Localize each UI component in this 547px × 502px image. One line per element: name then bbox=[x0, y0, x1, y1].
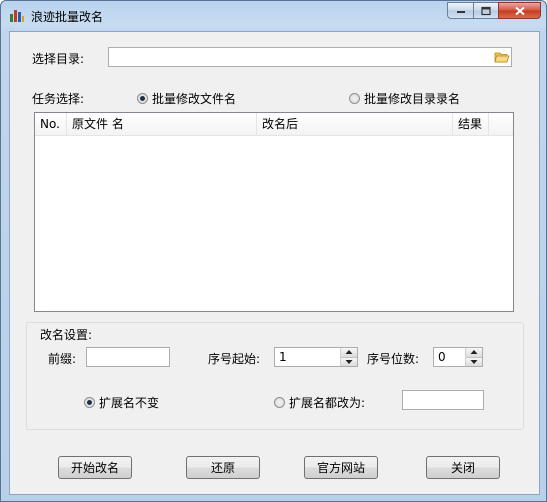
radio-dot bbox=[84, 397, 95, 408]
directory-label: 选择目录: bbox=[32, 52, 85, 66]
window-title: 浪迹批量改名 bbox=[31, 10, 104, 24]
close-window-button[interactable] bbox=[498, 2, 541, 19]
task-label: 任务选择: bbox=[32, 92, 85, 106]
seq-digits-up-button[interactable] bbox=[466, 348, 482, 358]
column-header-new-name[interactable]: 改名后 bbox=[257, 113, 453, 135]
seq-start-stepper[interactable] bbox=[274, 347, 358, 367]
seq-digits-stepper[interactable] bbox=[433, 347, 483, 367]
rename-settings-group bbox=[26, 322, 524, 430]
start-rename-button[interactable]: 开始改名 bbox=[58, 456, 132, 479]
seq-digits-input[interactable] bbox=[434, 348, 465, 366]
close-button[interactable]: 关闭 bbox=[426, 456, 500, 479]
seq-start-down-button[interactable] bbox=[341, 357, 357, 366]
official-website-button[interactable]: 官方网站 bbox=[304, 456, 378, 479]
radio-ext-keep-label: 扩展名不变 bbox=[99, 396, 160, 410]
app-window: 浪迹批量改名 选择目录: 任务选择: 批量修改文件名 批量修改目录录名 No. … bbox=[0, 0, 547, 502]
directory-input[interactable] bbox=[108, 47, 512, 67]
seq-start-up-button[interactable] bbox=[341, 348, 357, 358]
column-header-filler bbox=[489, 113, 513, 135]
title-bar[interactable]: 浪迹批量改名 bbox=[1, 1, 546, 31]
radio-rename-dirs[interactable]: 批量修改目录录名 bbox=[349, 90, 460, 107]
minimize-button[interactable] bbox=[447, 2, 473, 19]
arrow-down-icon bbox=[345, 359, 353, 364]
arrow-down-icon bbox=[470, 359, 478, 364]
radio-rename-dirs-label: 批量修改目录录名 bbox=[364, 92, 461, 106]
radio-ext-change-label: 扩展名都改为: bbox=[289, 396, 366, 410]
extension-input[interactable] bbox=[402, 390, 484, 410]
prefix-label: 前缀: bbox=[48, 352, 77, 366]
file-list-table[interactable]: No. 原文件 名 改名后 结果 bbox=[34, 112, 514, 312]
arrow-up-icon bbox=[345, 350, 353, 355]
seq-start-input[interactable] bbox=[275, 348, 340, 366]
column-header-result[interactable]: 结果 bbox=[453, 113, 489, 135]
radio-ext-keep[interactable]: 扩展名不变 bbox=[84, 394, 159, 411]
maximize-icon bbox=[481, 6, 491, 15]
close-icon bbox=[514, 6, 525, 15]
prefix-input[interactable] bbox=[86, 347, 170, 367]
restore-button[interactable]: 还原 bbox=[186, 456, 260, 479]
app-icon bbox=[9, 7, 25, 23]
settings-label: 改名设置: bbox=[40, 328, 93, 342]
radio-rename-files-label: 批量修改文件名 bbox=[152, 92, 237, 106]
folder-open-icon[interactable] bbox=[494, 49, 510, 65]
radio-ext-change[interactable]: 扩展名都改为: bbox=[274, 394, 365, 411]
table-header: No. 原文件 名 改名后 结果 bbox=[35, 113, 513, 136]
radio-dot bbox=[349, 93, 360, 104]
radio-dot bbox=[137, 93, 148, 104]
radio-dot bbox=[274, 397, 285, 408]
maximize-button[interactable] bbox=[473, 2, 498, 19]
seq-start-spin-buttons bbox=[340, 348, 357, 366]
client-area: 选择目录: 任务选择: 批量修改文件名 批量修改目录录名 No. 原文件 名 改… bbox=[9, 31, 540, 495]
minimize-icon bbox=[456, 10, 465, 13]
radio-rename-files[interactable]: 批量修改文件名 bbox=[137, 90, 236, 107]
window-controls bbox=[447, 2, 541, 21]
seq-digits-spin-buttons bbox=[465, 348, 482, 366]
column-header-no[interactable]: No. bbox=[35, 113, 67, 135]
column-header-original-name[interactable]: 原文件 名 bbox=[67, 113, 257, 135]
seq-digits-down-button[interactable] bbox=[466, 357, 482, 366]
seq-start-label: 序号起始: bbox=[208, 352, 261, 366]
arrow-up-icon bbox=[470, 350, 478, 355]
seq-digits-label: 序号位数: bbox=[367, 352, 420, 366]
